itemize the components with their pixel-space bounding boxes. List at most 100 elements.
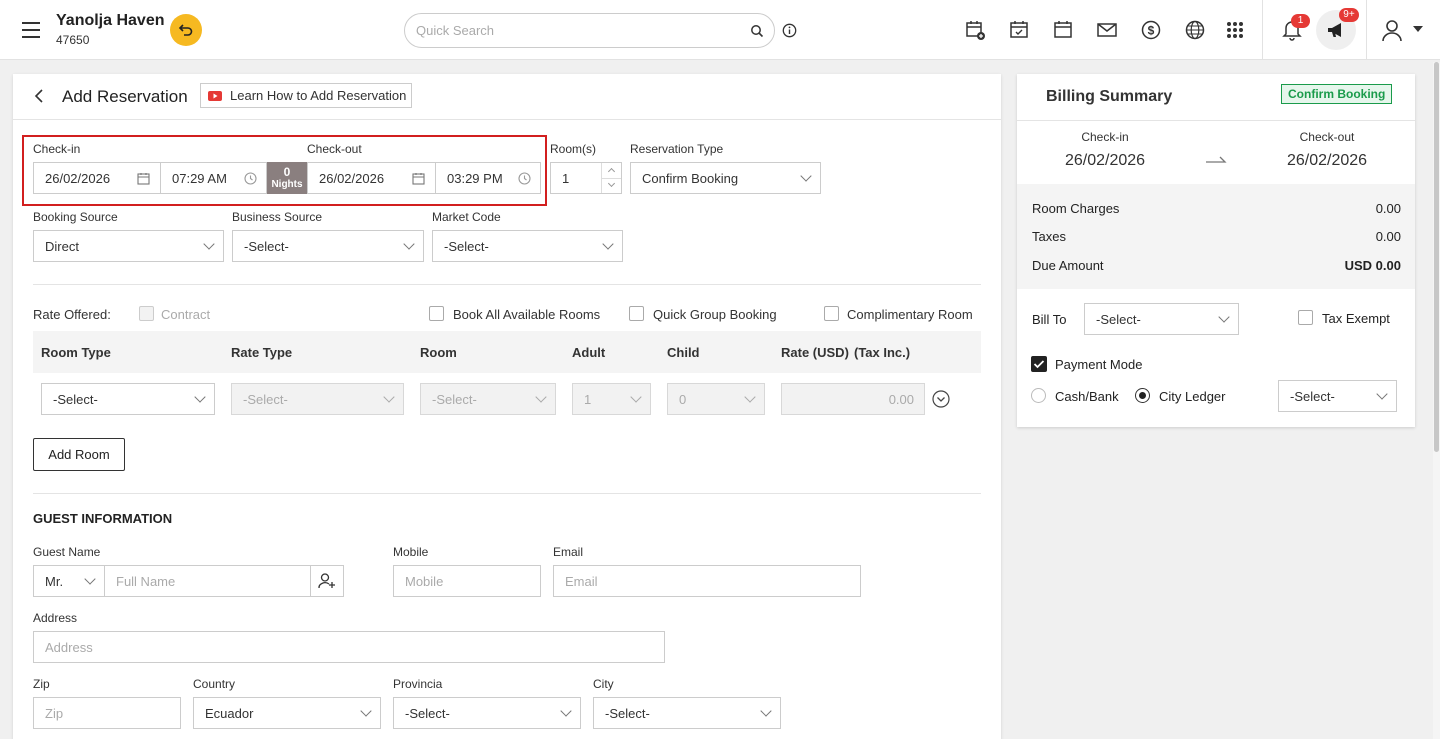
quick-search-input[interactable]: Quick Search [416, 23, 494, 38]
clock-icon[interactable] [518, 172, 531, 185]
apps-grid-icon[interactable] [1222, 17, 1248, 43]
clock-icon[interactable] [244, 172, 257, 185]
room-type-select[interactable]: -Select- [41, 383, 215, 415]
dollar-icon[interactable]: $ [1138, 17, 1164, 43]
user-profile-icon[interactable] [1380, 18, 1404, 45]
calendar-picker-icon[interactable] [137, 172, 150, 185]
checkin-calendar-icon[interactable] [1006, 17, 1032, 43]
announcement-count-badge: 9+ [1339, 8, 1359, 22]
header-tax-inc: (Tax Inc.) [854, 345, 911, 360]
checkmark-icon [1033, 360, 1045, 369]
mobile-placeholder: Mobile [405, 573, 444, 589]
info-icon[interactable] [782, 23, 797, 38]
checkin-time-input[interactable]: 07:29 AM [160, 162, 267, 194]
contract-label: Contract [161, 307, 211, 322]
room-select[interactable]: -Select- [420, 383, 556, 415]
checkout-time-input[interactable]: 03:29 PM [435, 162, 541, 194]
mobile-input[interactable]: Mobile [393, 565, 541, 597]
checkout-date-input[interactable]: 26/02/2026 [307, 162, 436, 194]
quick-search-box[interactable]: Quick Search [404, 13, 775, 48]
market-code-select[interactable]: -Select- [432, 230, 623, 262]
stepper-buttons[interactable] [601, 163, 621, 193]
guest-lookup-button[interactable] [310, 565, 344, 597]
calendar-icon[interactable] [1050, 17, 1076, 43]
email-input[interactable]: Email [553, 565, 861, 597]
bill-to-label: Bill To [1032, 312, 1067, 327]
add-reservation-calendar-icon[interactable] [962, 17, 988, 43]
booking-source-select[interactable]: Direct [33, 230, 224, 262]
learn-how-button[interactable]: Learn How to Add Reservation [200, 83, 412, 108]
expand-row-icon[interactable] [932, 390, 950, 408]
youtube-icon [208, 90, 222, 101]
back-arrow-icon[interactable] [33, 88, 45, 104]
switch-property-icon[interactable] [170, 14, 202, 46]
city-ledger-radio[interactable] [1135, 388, 1150, 403]
business-source-value: -Select- [244, 238, 289, 254]
provincia-label: Provincia [393, 677, 443, 691]
user-menu-caret-icon[interactable] [1413, 26, 1423, 32]
business-source-select[interactable]: -Select- [232, 230, 424, 262]
country-select[interactable]: Ecuador [193, 697, 381, 729]
cash-bank-radio[interactable] [1031, 388, 1046, 403]
payment-mode-checkbox[interactable] [1031, 356, 1047, 372]
reservation-type-label: Reservation Type [630, 142, 724, 156]
salutation-value: Mr. [45, 573, 64, 589]
taxes-value: 0.00 [1375, 229, 1401, 244]
scrollbar-thumb[interactable] [1434, 62, 1439, 452]
search-icon[interactable] [750, 24, 764, 38]
contract-checkbox[interactable] [139, 306, 154, 321]
rate-type-value: -Select- [243, 391, 288, 407]
room-value: -Select- [432, 391, 477, 407]
zip-placeholder: Zip [45, 705, 64, 721]
full-name-input[interactable]: Full Name [104, 565, 311, 597]
address-label: Address [33, 611, 78, 625]
rate-value: 0.00 [888, 391, 914, 407]
adult-select[interactable]: 1 [572, 383, 651, 415]
globe-icon[interactable] [1182, 17, 1208, 43]
calendar-picker-icon[interactable] [412, 172, 425, 185]
room-charges-value: 0.00 [1375, 201, 1401, 216]
city-ledger-value: -Select- [1290, 388, 1335, 404]
tax-exempt-label: Tax Exempt [1322, 311, 1390, 326]
reservation-type-select[interactable]: Confirm Booking [630, 162, 821, 194]
rooms-stepper[interactable]: 1 [550, 162, 622, 194]
guest-name-label: Guest Name [33, 545, 101, 559]
city-value: -Select- [605, 705, 650, 721]
rooms-value: 1 [562, 170, 570, 186]
header-child: Child [667, 345, 700, 360]
add-room-button[interactable]: Add Room [33, 438, 125, 471]
child-select[interactable]: 0 [667, 383, 765, 415]
billing-header-divider [1017, 120, 1415, 121]
checkin-date-input[interactable]: 26/02/2026 [33, 162, 161, 194]
quick-group-booking-checkbox[interactable] [629, 306, 644, 321]
city-label: City [593, 677, 614, 691]
header-rate-type: Rate Type [231, 345, 293, 360]
billing-checkin-label: Check-in [1081, 130, 1129, 144]
provincia-select[interactable]: -Select- [393, 697, 581, 729]
billing-title: Billing Summary [1046, 88, 1173, 105]
header-room-type: Room Type [41, 345, 111, 360]
book-all-rooms-checkbox[interactable] [429, 306, 444, 321]
billing-checkout-date: 26/02/2026 [1286, 152, 1368, 169]
address-input[interactable]: Address [33, 631, 665, 663]
guest-section-title: GUEST INFORMATION [33, 511, 173, 526]
zip-input[interactable]: Zip [33, 697, 181, 729]
mail-icon[interactable] [1094, 17, 1120, 43]
bill-to-select[interactable]: -Select- [1084, 303, 1239, 335]
rate-input[interactable]: 0.00 [781, 383, 925, 415]
country-label: Country [193, 677, 236, 691]
svg-text:$: $ [1148, 24, 1155, 38]
rate-type-select[interactable]: -Select- [231, 383, 404, 415]
city-ledger-select[interactable]: -Select- [1278, 380, 1397, 412]
tax-exempt-checkbox[interactable] [1298, 310, 1313, 325]
salutation-select[interactable]: Mr. [33, 565, 105, 597]
child-value: 0 [679, 391, 687, 407]
header-rate: Rate (USD) [781, 345, 849, 360]
menu-icon[interactable] [22, 22, 40, 38]
checkin-label: Check-in [33, 142, 81, 156]
page-scrollbar[interactable] [1433, 62, 1440, 739]
city-select[interactable]: -Select- [593, 697, 781, 729]
topbar-divider [1262, 0, 1263, 60]
bill-to-value: -Select- [1096, 311, 1141, 327]
complimentary-room-checkbox[interactable] [824, 306, 839, 321]
